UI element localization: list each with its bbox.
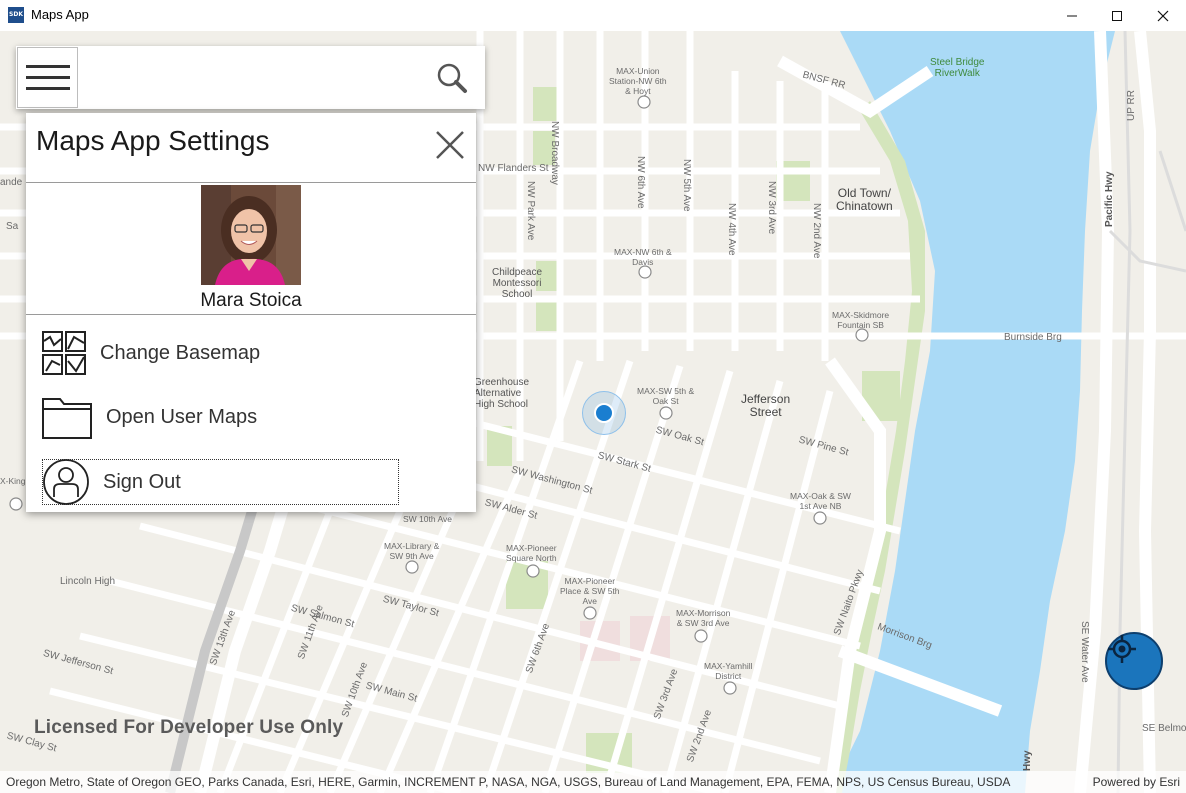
map-label-ande: ande: [0, 177, 23, 188]
map-label-burnside: Burnside Brg: [1004, 332, 1062, 343]
license-watermark: Licensed For Developer Use Only: [34, 717, 344, 738]
map-label-nw-park: NW Park Ave: [525, 181, 536, 241]
maximize-icon: [1112, 10, 1122, 21]
map-label-max-library: MAX-Library & SW 9th Ave: [384, 541, 440, 561]
map-label-sa: Sa: [6, 221, 19, 232]
user-icon: [43, 459, 89, 505]
window-title: Maps App: [31, 7, 89, 22]
hamburger-menu-icon: [25, 64, 70, 90]
map-label-childpeace: Childpeace Montessori School: [492, 267, 543, 300]
map-label-max-nw6-davis: MAX-NW 6th & Davis: [614, 247, 672, 267]
map-label-max-yamhill: MAX-Yamhill District: [704, 661, 753, 681]
avatar: [201, 185, 301, 285]
open-user-maps-label: Open User Maps: [106, 405, 258, 428]
search-button[interactable]: [434, 60, 470, 96]
map-label-max-oak-1st: MAX-Oak & SW 1st Ave NB: [790, 491, 851, 511]
close-icon: [1157, 10, 1169, 21]
avatar-photo: [201, 185, 301, 285]
settings-panel: Maps App Settings Mara Stoica Change Bas…: [26, 113, 476, 512]
map-label-up-rr: UP RR: [1126, 90, 1137, 121]
change-basemap-label: Change Basemap: [100, 341, 261, 364]
folder-icon: [42, 398, 92, 439]
settings-title: Maps App Settings: [36, 125, 270, 156]
map-label-se-water: SE Water Ave: [1079, 621, 1090, 683]
title-bar: SDK Maps App: [0, 0, 1186, 32]
open-user-maps-item[interactable]: Open User Maps: [42, 393, 257, 441]
sign-out-label: Sign Out: [103, 470, 181, 493]
divider: [26, 182, 476, 183]
map-label-se-belmo: SE Belmo: [1142, 723, 1186, 734]
attribution-bar: Oregon Metro, State of Oregon GEO, Parks…: [0, 771, 1186, 793]
map-label-nw-flanders: NW Flanders St: [478, 163, 549, 174]
minimize-button[interactable]: [1049, 0, 1095, 31]
search-icon: [437, 63, 467, 93]
map-label-sw-10th: SW 10th Ave: [403, 514, 452, 524]
user-location-marker: [582, 391, 626, 435]
map-label-nw-broadway: NW Broadway: [549, 121, 560, 185]
minimize-icon: [1067, 15, 1077, 16]
map-label-nw-4th: NW 4th Ave: [726, 203, 737, 256]
map-label-lincoln-high: Lincoln High: [60, 576, 116, 587]
settings-close-button[interactable]: [430, 127, 470, 163]
map-label-steel-bridge: Steel Bridge RiverWalk: [930, 57, 985, 79]
map-label-max-morrison: MAX-Morrison & SW 3rd Ave: [676, 608, 731, 628]
map-label-nw-5th: NW 5th Ave: [681, 159, 692, 212]
map-label-max-sw5-oak: MAX-SW 5th & Oak St: [637, 386, 695, 406]
hamburger-menu-button[interactable]: [17, 47, 78, 108]
sign-out-item[interactable]: Sign Out: [42, 459, 399, 505]
map-label-pacific-hwy: Pacific Hwy: [1104, 171, 1115, 227]
window-close-button[interactable]: [1140, 0, 1186, 31]
locate-icon: [1108, 635, 1136, 663]
map-label-max-skidmore: MAX-Skidmore Fountain SB: [832, 310, 890, 330]
current-location-button[interactable]: [1105, 632, 1163, 690]
map-label-nw-6th: NW 6th Ave: [635, 156, 646, 209]
attribution-text: Oregon Metro, State of Oregon GEO, Parks…: [6, 775, 1011, 789]
search-bar: [16, 46, 485, 109]
powered-by-esri[interactable]: Powered by Esri: [1093, 771, 1180, 793]
map-label-jefferson: Jefferson Street: [741, 392, 791, 419]
app-icon: SDK: [8, 7, 24, 23]
divider: [26, 314, 476, 315]
map-label-max-pioneer-sq: MAX-Pioneer Square North: [506, 543, 557, 563]
map-label-nw-3rd: NW 3rd Ave: [766, 181, 777, 235]
location-dot: [594, 403, 614, 423]
map-label-max-king: X-King: [0, 476, 26, 486]
change-basemap-item[interactable]: Change Basemap: [42, 329, 260, 377]
user-name: Mara Stoica: [200, 290, 302, 311]
map-label-nw-2nd: NW 2nd Ave: [811, 203, 822, 259]
map-label-max-union: MAX-Union Station-NW 6th & Hoyt: [609, 66, 667, 96]
basemap-gallery-icon: [42, 331, 86, 375]
map-label-max-pioneer-pl: MAX-Pioneer Place & SW 5th Ave: [560, 576, 620, 606]
map-label-old-town: Old Town/ Chinatown: [836, 186, 893, 213]
close-icon: [436, 131, 464, 159]
map-label-greenhouse: Greenhouse Alternative High School: [474, 377, 530, 410]
maximize-button[interactable]: [1094, 0, 1140, 31]
map-label-hwy: Hwy: [1022, 750, 1033, 771]
